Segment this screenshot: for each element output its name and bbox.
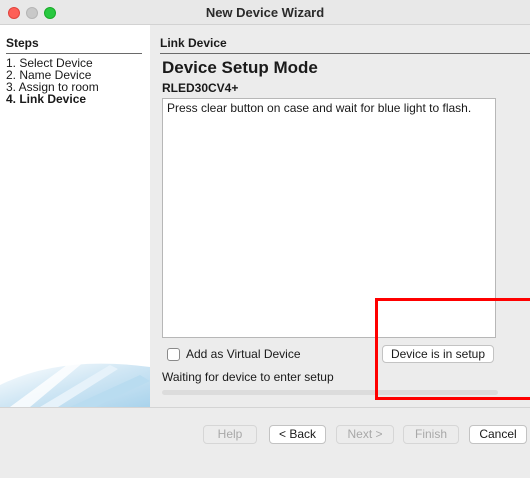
next-button[interactable]: Next >	[336, 425, 394, 444]
page-heading: Link Device	[160, 36, 530, 54]
help-button[interactable]: Help	[203, 425, 257, 444]
footer-divider	[0, 407, 530, 408]
steps-title: Steps	[6, 36, 142, 54]
back-button[interactable]: < Back	[269, 425, 326, 444]
cancel-button[interactable]: Cancel	[469, 425, 527, 444]
status-text: Waiting for device to enter setup	[162, 370, 334, 384]
steps-list: 1. Select Device 2. Name Device 3. Assig…	[6, 57, 99, 105]
finish-button[interactable]: Finish	[403, 425, 459, 444]
steps-sidebar: Steps 1. Select Device 2. Name Device 3.…	[0, 25, 150, 407]
virtual-device-label[interactable]: Add as Virtual Device	[186, 347, 301, 361]
highlight-annotation	[375, 298, 530, 400]
title-bar: New Device Wizard	[0, 0, 530, 25]
virtual-device-checkbox[interactable]	[167, 347, 180, 361]
device-model-label: RLED30CV4+	[162, 81, 239, 95]
window-title: New Device Wizard	[205, 5, 325, 20]
step-link-device: 4. Link Device	[6, 92, 87, 106]
wizard-graphic-icon	[0, 359, 150, 407]
virtual-device-option[interactable]: Add as Virtual Device	[167, 347, 301, 361]
setup-mode-title: Device Setup Mode	[162, 58, 318, 77]
